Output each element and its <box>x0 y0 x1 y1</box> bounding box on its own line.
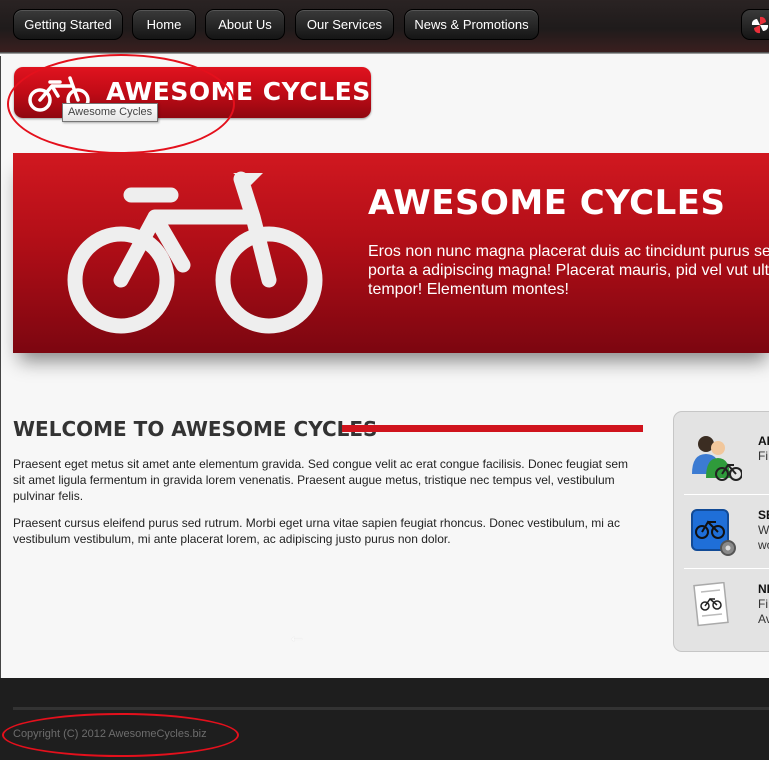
sidebar-item-text: Av <box>758 612 769 626</box>
sidebar-item-text: Fi <box>758 449 768 463</box>
banner-text: Eros non nunc magna placerat duis ac tin… <box>368 243 769 298</box>
document-bike-icon <box>693 582 729 627</box>
nav-home[interactable]: Home <box>132 9 196 40</box>
bike-settings-icon <box>691 509 736 556</box>
sidebar-item-text: W <box>758 523 769 537</box>
nav-our-services[interactable]: Our Services <box>295 9 394 40</box>
nav-news-promotions[interactable]: News & Promotions <box>404 9 539 40</box>
left-arrow-icon[interactable]: ← <box>288 626 306 647</box>
nav-getting-started[interactable]: Getting Started <box>13 9 123 40</box>
copyright-text: Copyright (C) 2012 AwesomeCycles.biz <box>13 728 207 740</box>
welcome-paragraph-2: Praesent cursus eleifend purus sed rutru… <box>13 516 620 546</box>
top-navigation: Getting Started Home About Us Our Servic… <box>0 0 769 54</box>
sidebar-item-about[interactable]: AB Fi <box>686 434 769 508</box>
bicycle-icon <box>67 171 323 334</box>
sidebar-item-title: NI <box>758 582 769 596</box>
footer-divider <box>13 707 769 710</box>
pinwheel-icon <box>751 16 769 34</box>
sidebar-divider <box>684 568 769 569</box>
sidebar-item-title: AB <box>758 434 769 448</box>
logo-tooltip: Awesome Cycles <box>62 103 159 122</box>
footer: Copyright (C) 2012 AwesomeCycles.biz <box>0 678 769 760</box>
heading-rule <box>342 425 643 432</box>
hero-banner: AWESOME CYCLES Eros non nunc magna place… <box>13 153 769 353</box>
banner-title: AWESOME CYCLES <box>368 183 726 223</box>
sidebar-item-services[interactable]: SE W wo <box>686 508 769 582</box>
sidebar-item-text: Fi <box>758 597 768 611</box>
sidebar-item-title: SE <box>758 508 769 522</box>
sidebar-item-text: wo <box>758 538 769 552</box>
sidebar-item-news[interactable]: NI Fi Av <box>686 582 769 656</box>
sidebar-divider <box>684 494 769 495</box>
sidebar-panel: AB Fi SE W wo NI Fi Av <box>673 411 769 652</box>
social-button[interactable] <box>741 9 769 40</box>
logo-text: AWESOME CYCLES <box>106 77 371 106</box>
nav-about-us[interactable]: About Us <box>205 9 285 40</box>
page-body <box>0 56 769 678</box>
people-bike-icon <box>692 436 742 481</box>
welcome-paragraph-1: Praesent eget metus sit amet ante elemen… <box>13 457 628 503</box>
welcome-heading: WELCOME TO AWESOME CYCLES <box>13 417 378 441</box>
